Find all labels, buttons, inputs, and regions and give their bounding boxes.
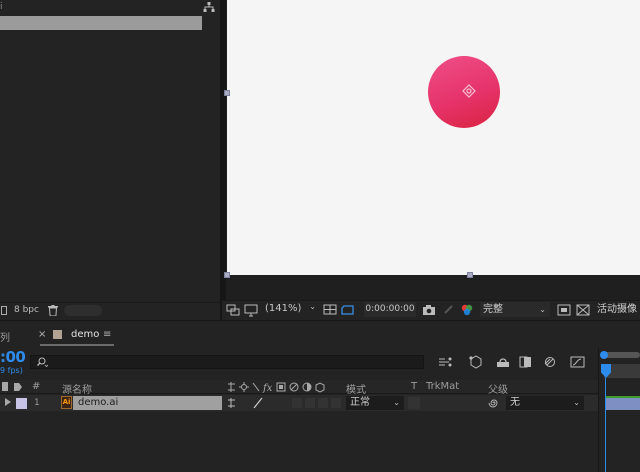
work-area-start-handle[interactable]: [600, 351, 608, 359]
anchor-point-icon[interactable]: [461, 83, 477, 99]
camera-snapshot-icon[interactable]: [422, 303, 436, 317]
transparency-grid-icon[interactable]: [576, 303, 590, 317]
bit-depth-button[interactable]: 8 bpc: [14, 305, 39, 315]
transform-handle-bottom[interactable]: [467, 272, 473, 278]
trkmat-select[interactable]: [408, 397, 420, 409]
shy-layers-icon[interactable]: [495, 355, 511, 369]
layer-index: 1: [34, 398, 40, 408]
comp-label-swatch: [53, 330, 62, 339]
region-icon[interactable]: [226, 303, 240, 317]
parent-select[interactable]: 无 ⌄: [506, 396, 584, 410]
frame-blending-icon[interactable]: [518, 355, 534, 369]
resolution-select[interactable]: 完整 ⌄: [480, 302, 550, 317]
blend-mode-value: 正常: [350, 397, 370, 408]
illustrator-file-icon: Ai: [61, 396, 72, 409]
timeline-fps: 9 fps): [0, 366, 23, 375]
frame-blend-switch[interactable]: [291, 397, 303, 409]
playhead-line: [605, 378, 606, 472]
hierarchy-icon[interactable]: [203, 2, 215, 12]
close-icon[interactable]: ×: [38, 329, 46, 340]
active-tab-indicator: [40, 344, 114, 346]
project-panel: [0, 0, 220, 320]
switches-icons: fx: [226, 381, 342, 396]
panel-menu-icon[interactable]: ≡: [103, 329, 111, 340]
pickwhip-icon[interactable]: [488, 397, 500, 409]
graph-editor-icon[interactable]: [570, 355, 586, 369]
parent-value: 无: [510, 397, 520, 408]
magnification-select[interactable]: (141%) ⌄: [262, 302, 320, 317]
mask-toggle-icon[interactable]: [341, 303, 355, 317]
trash-icon[interactable]: [48, 305, 58, 317]
show-snapshot-icon[interactable]: [442, 303, 456, 317]
label-column-icon[interactable]: [13, 382, 23, 395]
blend-mode-select[interactable]: 正常 ⌄: [346, 396, 404, 410]
transform-handle-bottom-left[interactable]: [224, 272, 230, 278]
project-scrollbar[interactable]: [64, 305, 102, 316]
tab-render-queue[interactable]: 列: [0, 329, 10, 344]
motion-blur-switch[interactable]: [304, 397, 316, 409]
transform-handle-left[interactable]: [224, 90, 230, 96]
chevron-down-icon: ⌄: [539, 305, 546, 314]
column-mode[interactable]: 模式: [346, 381, 366, 396]
quality-switch-icon[interactable]: [252, 397, 264, 412]
3d-layer-switch[interactable]: [330, 397, 342, 409]
adjustment-layer-switch[interactable]: [317, 397, 329, 409]
search-icon: [36, 356, 49, 368]
resolution-value: 完整: [483, 304, 503, 315]
draft-3d-icon[interactable]: [467, 355, 483, 369]
camera-view-select[interactable]: 活动摄像: [597, 302, 637, 317]
timeline-current-time[interactable]: :00: [0, 348, 26, 366]
layer-label-swatch[interactable]: [16, 398, 27, 409]
grid-icon[interactable]: [323, 303, 337, 317]
project-panel-label: i: [0, 2, 3, 12]
current-time-display[interactable]: 0:00:00:00: [364, 302, 416, 317]
shy-switch-icon[interactable]: [226, 397, 238, 412]
column-preserve-transparency[interactable]: T: [411, 381, 417, 392]
column-parent[interactable]: 父级: [488, 381, 508, 396]
column-trkmat[interactable]: TrkMat: [426, 381, 459, 392]
motion-blur-icon[interactable]: [541, 355, 557, 369]
monitor-icon[interactable]: [244, 303, 258, 317]
composition-canvas[interactable]: [227, 0, 640, 275]
color-channels-icon[interactable]: [460, 303, 474, 317]
chevron-down-icon: ⌄: [573, 398, 580, 407]
region-of-interest-icon[interactable]: [557, 303, 571, 317]
tab-demo-comp[interactable]: demo: [71, 329, 99, 340]
svg-text:fx: fx: [262, 383, 273, 393]
column-source-name[interactable]: 源名称: [62, 381, 92, 396]
illustrator-file-icon-text: Ai: [62, 398, 71, 406]
expand-arrow-icon[interactable]: [5, 398, 11, 406]
layer-duration-bar[interactable]: [606, 396, 640, 410]
column-index[interactable]: #: [32, 381, 40, 392]
chevron-down-icon: ⌄: [393, 398, 400, 407]
comp-flowchart-icon[interactable]: [438, 355, 454, 369]
magnification-value: (141%): [265, 303, 302, 314]
project-settings-icon[interactable]: [1, 306, 7, 315]
layer-name[interactable]: demo.ai: [78, 397, 118, 408]
chevron-down-icon: ⌄: [309, 302, 316, 311]
layer-search-input[interactable]: [30, 355, 424, 369]
work-area-bar[interactable]: [604, 352, 640, 358]
av-features-icon: [2, 382, 8, 391]
project-item-selected[interactable]: [0, 16, 202, 30]
